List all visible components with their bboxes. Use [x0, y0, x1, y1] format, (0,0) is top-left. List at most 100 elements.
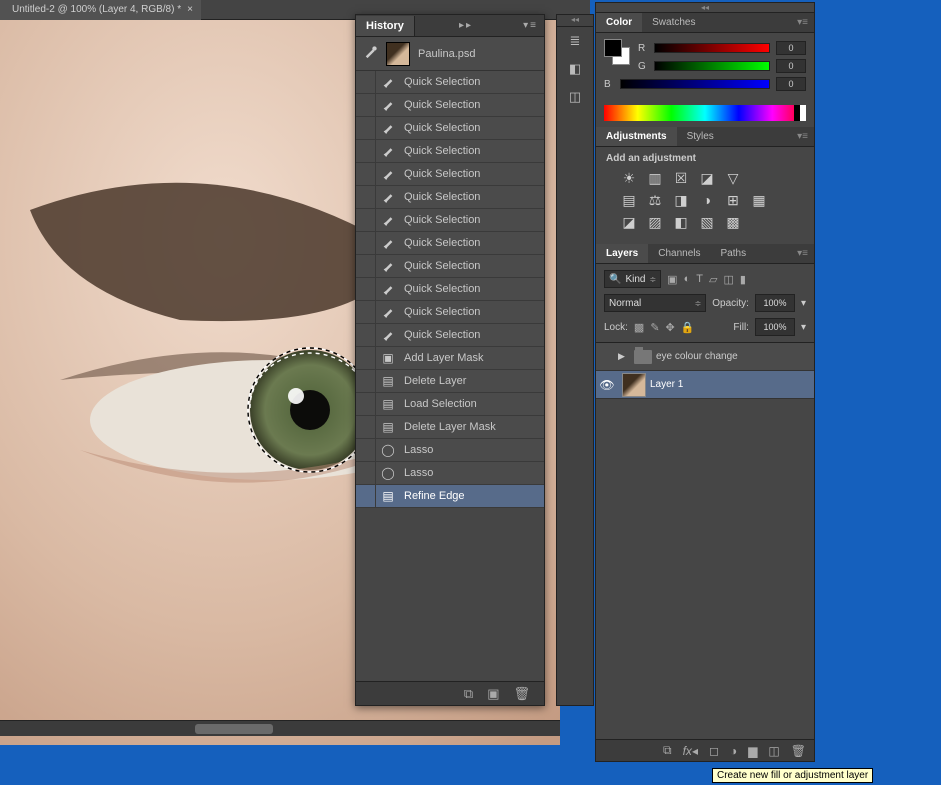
close-tab-icon[interactable]: × [187, 4, 193, 15]
history-step[interactable]: ▤Delete Layer [356, 370, 544, 393]
history-step[interactable]: Quick Selection [356, 186, 544, 209]
posterize-icon[interactable]: ▨ [646, 214, 664, 230]
history-step[interactable]: Quick Selection [356, 232, 544, 255]
swatches-tab[interactable]: Swatches [642, 13, 705, 32]
history-step[interactable]: Quick Selection [356, 71, 544, 94]
color-spectrum-ramp[interactable] [604, 105, 806, 121]
foreground-background-swatches[interactable] [604, 39, 630, 65]
history-step[interactable]: ◯Lasso [356, 462, 544, 485]
color-lookup-icon[interactable]: ▦ [750, 192, 768, 208]
history-tab[interactable]: History [356, 16, 415, 36]
filter-adjustment-icon[interactable]: ◐ [684, 273, 691, 286]
layer-group-row[interactable]: ▶eye colour change [596, 343, 814, 371]
photo-filter-icon[interactable]: ◑ [698, 192, 716, 208]
history-snapshot-well[interactable] [356, 324, 376, 346]
delete-layer-icon[interactable]: 🗑 [791, 744, 806, 758]
black-white-icon[interactable]: ◨ [672, 192, 690, 208]
history-step[interactable]: Quick Selection [356, 140, 544, 163]
levels-icon[interactable]: ▥ [646, 170, 664, 186]
history-step[interactable]: Quick Selection [356, 278, 544, 301]
color-panel-menu-icon[interactable]: ▾≡ [791, 17, 814, 28]
snapshot-icon[interactable]: ▣ [487, 686, 499, 702]
history-step[interactable]: ▣Add Layer Mask [356, 347, 544, 370]
b-value[interactable]: 0 [776, 77, 806, 91]
g-value[interactable]: 0 [776, 59, 806, 73]
filter-shape-icon[interactable]: ▱ [709, 273, 717, 286]
dock-button-3[interactable]: ◫ [557, 83, 593, 111]
scrollbar-thumb[interactable] [195, 724, 273, 734]
g-slider[interactable] [654, 61, 770, 71]
history-snapshot-well[interactable] [356, 393, 376, 415]
history-snapshot-well[interactable] [356, 255, 376, 277]
fill-value[interactable]: 100% [755, 318, 795, 336]
visibility-toggle-icon[interactable]: 👁 [596, 378, 618, 392]
vibrance-icon[interactable]: ▽ [724, 170, 742, 186]
b-slider[interactable] [620, 79, 770, 89]
lock-all-icon[interactable]: 🔒 [681, 321, 695, 334]
canvas-horizontal-scrollbar[interactable] [0, 720, 560, 736]
filter-pixel-icon[interactable]: ▣ [667, 273, 677, 286]
exposure-icon[interactable]: ◪ [698, 170, 716, 186]
layer-style-icon[interactable]: fx◂ [683, 744, 698, 758]
history-snapshot-well[interactable] [356, 209, 376, 231]
layer-row[interactable]: 👁Layer 1 [596, 371, 814, 399]
history-snapshot-well[interactable] [356, 485, 376, 507]
dock-collapse-icon[interactable]: ◂◂ [557, 15, 593, 27]
history-step[interactable]: Quick Selection [356, 117, 544, 140]
fill-dropdown-icon[interactable]: ▾ [801, 322, 806, 333]
gradient-map-icon[interactable]: ▧ [698, 214, 716, 230]
r-value[interactable]: 0 [776, 41, 806, 55]
color-balance-icon[interactable]: ⚖ [646, 192, 664, 208]
new-adjustment-layer-icon[interactable]: ◑ [730, 744, 737, 758]
history-snapshot-well[interactable] [356, 439, 376, 461]
document-tab[interactable]: Untitled-2 @ 100% (Layer 4, RGB/8) * × [0, 0, 201, 20]
paths-tab[interactable]: Paths [711, 244, 757, 263]
layer-filter-kind-dropdown[interactable]: 🔍Kind≑ [604, 270, 661, 288]
filter-type-icon[interactable]: T [696, 273, 703, 286]
history-snapshot-well[interactable] [356, 232, 376, 254]
invert-icon[interactable]: ◪ [620, 214, 638, 230]
right-col-collapse-icon[interactable]: ◂◂ [596, 3, 814, 13]
history-panel-collapse-icon[interactable]: ▸▸ [453, 20, 479, 31]
link-layers-icon[interactable]: ⧉ [663, 743, 672, 758]
new-layer-icon[interactable]: ◫ [768, 744, 779, 758]
history-snapshot-well[interactable] [356, 94, 376, 116]
history-snapshot-well[interactable] [356, 416, 376, 438]
foreground-color-swatch[interactable] [604, 39, 622, 57]
channels-tab[interactable]: Channels [648, 244, 710, 263]
curves-icon[interactable]: ☒ [672, 170, 690, 186]
dock-button-2[interactable]: ◧ [557, 55, 593, 83]
filter-smart-icon[interactable]: ◫ [723, 273, 733, 286]
hue-saturation-icon[interactable]: ▤ [620, 192, 638, 208]
channel-mixer-icon[interactable]: ⊞ [724, 192, 742, 208]
selective-color-icon[interactable]: ▩ [724, 214, 742, 230]
history-step[interactable]: Quick Selection [356, 301, 544, 324]
lock-position-icon[interactable]: ✥ [666, 321, 675, 334]
history-snapshot-well[interactable] [356, 347, 376, 369]
threshold-icon[interactable]: ◧ [672, 214, 690, 230]
trash-icon[interactable]: 🗑 [513, 686, 530, 702]
color-tab[interactable]: Color [596, 13, 642, 32]
history-step[interactable]: Quick Selection [356, 255, 544, 278]
create-document-icon[interactable]: ⧉ [464, 686, 473, 702]
adjustments-tab[interactable]: Adjustments [596, 127, 677, 146]
blend-mode-dropdown[interactable]: Normal≑ [604, 294, 706, 312]
history-step[interactable]: Quick Selection [356, 94, 544, 117]
history-snapshot-well[interactable] [356, 301, 376, 323]
history-step[interactable]: ▤Delete Layer Mask [356, 416, 544, 439]
history-snapshot-well[interactable] [356, 278, 376, 300]
history-step[interactable]: Quick Selection [356, 163, 544, 186]
history-snapshot-well[interactable] [356, 140, 376, 162]
new-group-icon[interactable]: ▆ [748, 744, 757, 758]
history-snapshot-well[interactable] [356, 71, 376, 93]
add-mask-icon[interactable]: ◻ [709, 744, 719, 758]
brightness-contrast-icon[interactable]: ☀ [620, 170, 638, 186]
history-panel-menu-icon[interactable]: ▾≡ [517, 20, 544, 31]
adjustments-panel-menu-icon[interactable]: ▾≡ [791, 131, 814, 142]
layers-tab[interactable]: Layers [596, 244, 648, 263]
history-snapshot-well[interactable] [356, 117, 376, 139]
lock-image-icon[interactable]: ✎ [650, 321, 659, 334]
history-snapshot-well[interactable] [356, 370, 376, 392]
history-step[interactable]: ▤Refine Edge [356, 485, 544, 508]
lock-transparent-icon[interactable]: ▩ [634, 321, 644, 334]
